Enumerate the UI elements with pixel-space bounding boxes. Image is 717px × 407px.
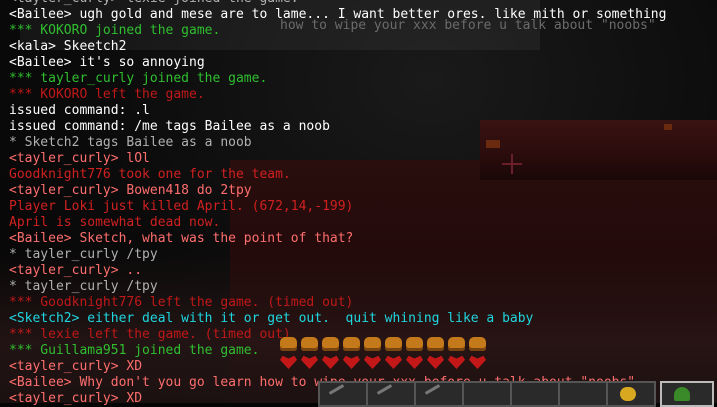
chat-message: *** KOKORO left the game. <box>9 87 205 102</box>
hotbar-slot[interactable] <box>606 381 656 407</box>
hotbar-slot[interactable] <box>414 381 464 407</box>
chat-message: * tayler_curly /tpy <box>9 247 158 262</box>
pickaxe-icon <box>328 384 352 407</box>
food-icon <box>364 337 381 351</box>
leaf-icon <box>674 387 690 401</box>
hotbar-slot[interactable] <box>318 381 368 407</box>
pickaxe-icon <box>424 384 448 407</box>
chat-message: * Sketch2 tags Bailee as a noob <box>9 135 252 150</box>
pickaxe-icon <box>376 384 400 407</box>
chat-message: <tayler_curly> lexie joined the game. <box>9 0 709 7</box>
chat-message: <Sketch2> either deal with it or get out… <box>9 311 534 326</box>
food-icon <box>406 337 423 351</box>
chat-message: issued command: /me tags Bailee as a noo… <box>9 119 330 134</box>
chat-message: *** KOKORO joined the game. <box>9 23 221 38</box>
food-icon <box>322 337 339 351</box>
hotbar-slot[interactable] <box>510 381 560 407</box>
chat-message: <tayler_curly> lOl <box>9 151 150 166</box>
chat-message: Player Loki just killed April. (672,14,-… <box>9 199 354 214</box>
hotbar-slot[interactable] <box>366 381 416 407</box>
chat-message: * tayler_curly /tpy <box>9 279 158 294</box>
chat-message: issued command: .l <box>9 103 150 118</box>
chat-message: *** tayler_curly joined the game. <box>9 71 268 86</box>
chat-message: <tayler_curly> Bowen418 do 2tpy <box>9 183 252 198</box>
food-icon <box>427 337 444 351</box>
hotbar-slot-selected[interactable] <box>660 381 714 407</box>
hotbar-slot[interactable] <box>558 381 608 407</box>
food-icon <box>343 337 360 351</box>
chat-message: <Bailee> it's so annoying <box>9 55 205 70</box>
chat-message: <tayler_curly> XD <box>9 359 143 374</box>
food-icon <box>469 337 486 351</box>
chat-message: <Bailee> ugh gold and mese are to lame..… <box>9 7 667 22</box>
chat-message: <tayler_curly> .. <box>9 263 143 278</box>
food-icon <box>448 337 465 351</box>
food-icon <box>301 337 318 351</box>
chat-message: *** Goodknight776 left the game. (timed … <box>9 295 354 310</box>
food-icon <box>385 337 402 351</box>
chat-message: <kala> Skeetch2 <box>9 39 127 54</box>
chat-message: Goodknight776 took one for the team. <box>9 167 291 182</box>
chat-message: April is somewhat dead now. <box>9 215 221 230</box>
food-icon <box>280 337 297 351</box>
chat-message: <Bailee> Sketch, what was the point of t… <box>9 231 354 246</box>
item-icon <box>620 387 636 401</box>
hotbar-slot[interactable] <box>462 381 512 407</box>
